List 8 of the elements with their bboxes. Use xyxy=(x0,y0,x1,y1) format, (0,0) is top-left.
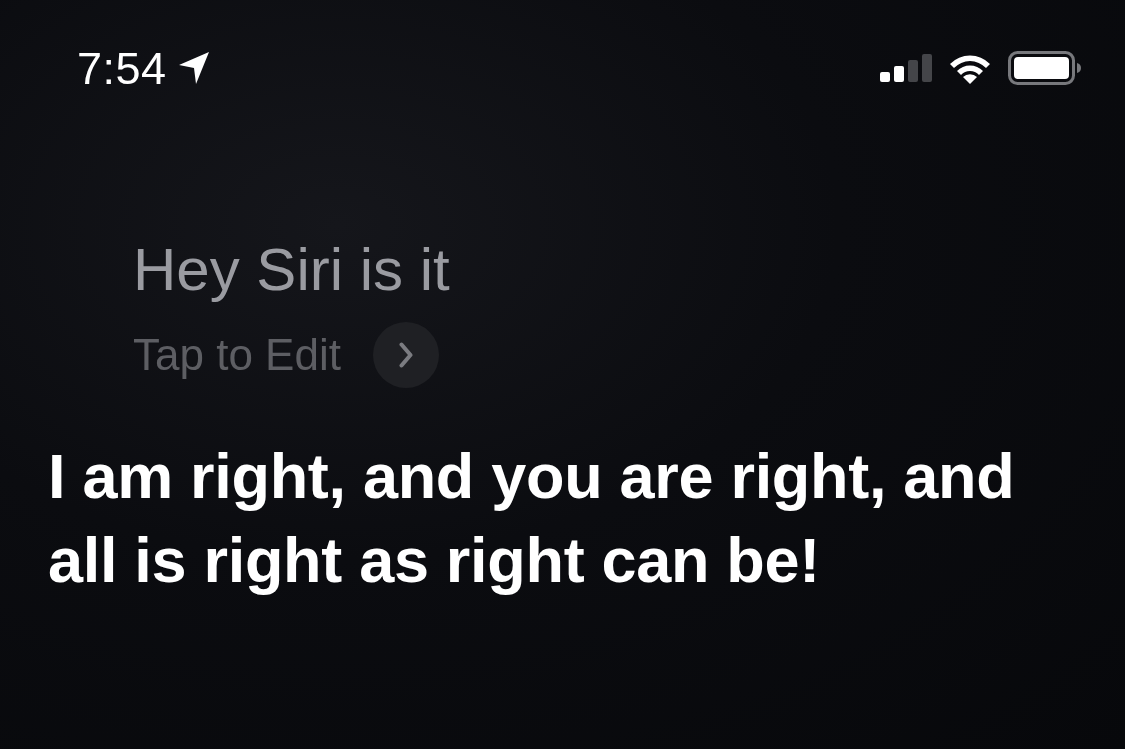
tap-to-edit-link[interactable]: Tap to Edit xyxy=(133,330,341,380)
spoken-query: Hey Siri is it xyxy=(133,237,450,303)
location-arrow-icon xyxy=(178,52,209,84)
battery-icon xyxy=(1008,51,1082,85)
signal-icon xyxy=(880,54,932,82)
assistant-response: I am right, and you are right, and all is right as right can be! xyxy=(48,440,1016,597)
chevron-right-icon xyxy=(398,342,413,368)
status-time: 7:54 xyxy=(77,45,167,91)
